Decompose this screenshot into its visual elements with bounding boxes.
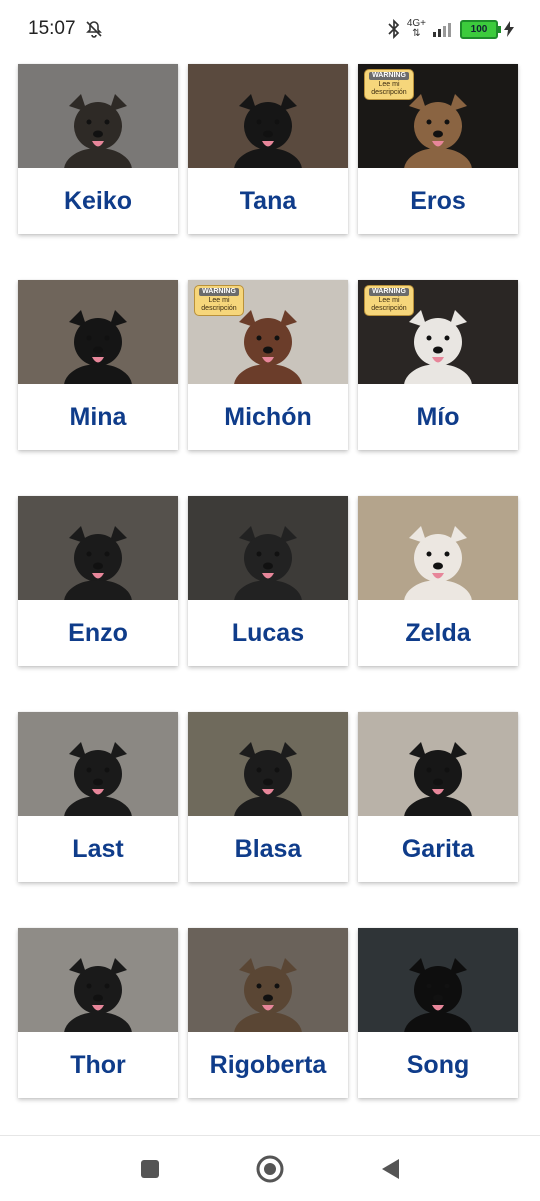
dog-photo (358, 928, 518, 1032)
home-circle-icon (256, 1155, 284, 1182)
warning-badge: WARNING Lee mi descripción (364, 69, 414, 100)
dog-card[interactable]: Garita (358, 712, 518, 882)
warning-badge: WARNING Lee mi descripción (364, 285, 414, 316)
dog-silhouette (64, 94, 132, 168)
recents-square-icon (141, 1159, 159, 1178)
dog-name: Thor (70, 1050, 126, 1079)
dog-name: Rigoberta (209, 1050, 327, 1079)
dog-photo (188, 712, 348, 816)
charging-icon (504, 21, 514, 37)
back-button[interactable] (374, 1153, 406, 1185)
dog-name: Song (406, 1050, 470, 1079)
dog-photo (18, 496, 178, 600)
navigation-bar (0, 1135, 540, 1201)
dog-silhouette (404, 958, 472, 1032)
dog-card[interactable]: Mina (18, 280, 178, 450)
dog-silhouette (234, 742, 302, 816)
dog-name: Michón (224, 402, 312, 431)
dog-card[interactable]: Zelda (358, 496, 518, 666)
dog-photo: WARNING Lee mi descripción (358, 280, 518, 384)
battery-icon: 100 (460, 19, 501, 39)
dog-name: Tana (239, 186, 297, 215)
dog-name: Zelda (405, 618, 471, 647)
dog-silhouette (64, 310, 132, 384)
dog-card[interactable]: Song (358, 928, 518, 1098)
dog-photo (18, 928, 178, 1032)
dog-name: Last (72, 834, 124, 863)
dog-silhouette (64, 526, 132, 600)
dog-silhouette (404, 742, 472, 816)
dog-card[interactable]: Thor (18, 928, 178, 1098)
dog-name: Mío (416, 402, 460, 431)
dog-name: Garita (401, 834, 475, 863)
dog-photo (188, 928, 348, 1032)
dog-silhouette (234, 94, 302, 168)
signal-icon (433, 23, 451, 37)
bluetooth-icon (388, 19, 400, 39)
dog-photo (358, 712, 518, 816)
status-right: 4G+ ⇅ 100 (387, 19, 514, 39)
dog-photo (188, 496, 348, 600)
dog-silhouette (234, 526, 302, 600)
dog-card[interactable]: WARNING Lee mi descripción Mío (358, 280, 518, 450)
clock: 15:07 (28, 18, 76, 39)
dog-photo (18, 712, 178, 816)
dog-photo (358, 496, 518, 600)
dog-card[interactable]: Last (18, 712, 178, 882)
warning-text: Lee mi descripción (371, 297, 407, 312)
dog-silhouette (234, 958, 302, 1032)
dog-photo (18, 64, 178, 168)
dog-silhouette (64, 742, 132, 816)
status-bar: 15:07 4G+ ⇅ 100 (0, 0, 540, 58)
dog-card[interactable]: Blasa (188, 712, 348, 882)
dog-card[interactable]: Enzo (18, 496, 178, 666)
dog-name: Lucas (231, 618, 305, 647)
dog-name: Blasa (234, 834, 302, 863)
dog-photo: WARNING Lee mi descripción (188, 280, 348, 384)
network-type: 4G+ ⇅ (406, 18, 426, 39)
dog-silhouette (64, 958, 132, 1032)
warning-title: WARNING (369, 288, 409, 296)
dog-photo (188, 64, 348, 168)
dog-card[interactable]: Lucas (188, 496, 348, 666)
dog-card[interactable]: WARNING Lee mi descripción Eros (358, 64, 518, 234)
home-button[interactable] (254, 1153, 286, 1185)
recents-button[interactable] (134, 1153, 166, 1185)
dog-grid: Keiko Tana WARNING Lee mi descripción Eros Mi… (18, 64, 518, 1098)
dog-name: Enzo (68, 618, 128, 647)
dog-name: Mina (69, 402, 127, 431)
dog-name: Keiko (63, 186, 133, 215)
dog-photo (18, 280, 178, 384)
dog-silhouette (404, 526, 472, 600)
dog-card[interactable]: WARNING Lee mi descripción Michón (188, 280, 348, 450)
warning-text: Lee mi descripción (371, 81, 407, 96)
back-triangle-icon (382, 1158, 399, 1179)
bell-off-icon (85, 21, 102, 38)
status-left: 15:07 (28, 18, 104, 40)
dog-card[interactable]: Rigoberta (188, 928, 348, 1098)
warning-badge: WARNING Lee mi descripción (194, 285, 244, 316)
dog-name: Eros (410, 186, 466, 215)
warning-title: WARNING (199, 288, 239, 296)
dog-card[interactable]: Keiko (18, 64, 178, 234)
warning-text: Lee mi descripción (201, 297, 237, 312)
warning-title: WARNING (369, 72, 409, 80)
dog-photo: WARNING Lee mi descripción (358, 64, 518, 168)
dog-card[interactable]: Tana (188, 64, 348, 234)
